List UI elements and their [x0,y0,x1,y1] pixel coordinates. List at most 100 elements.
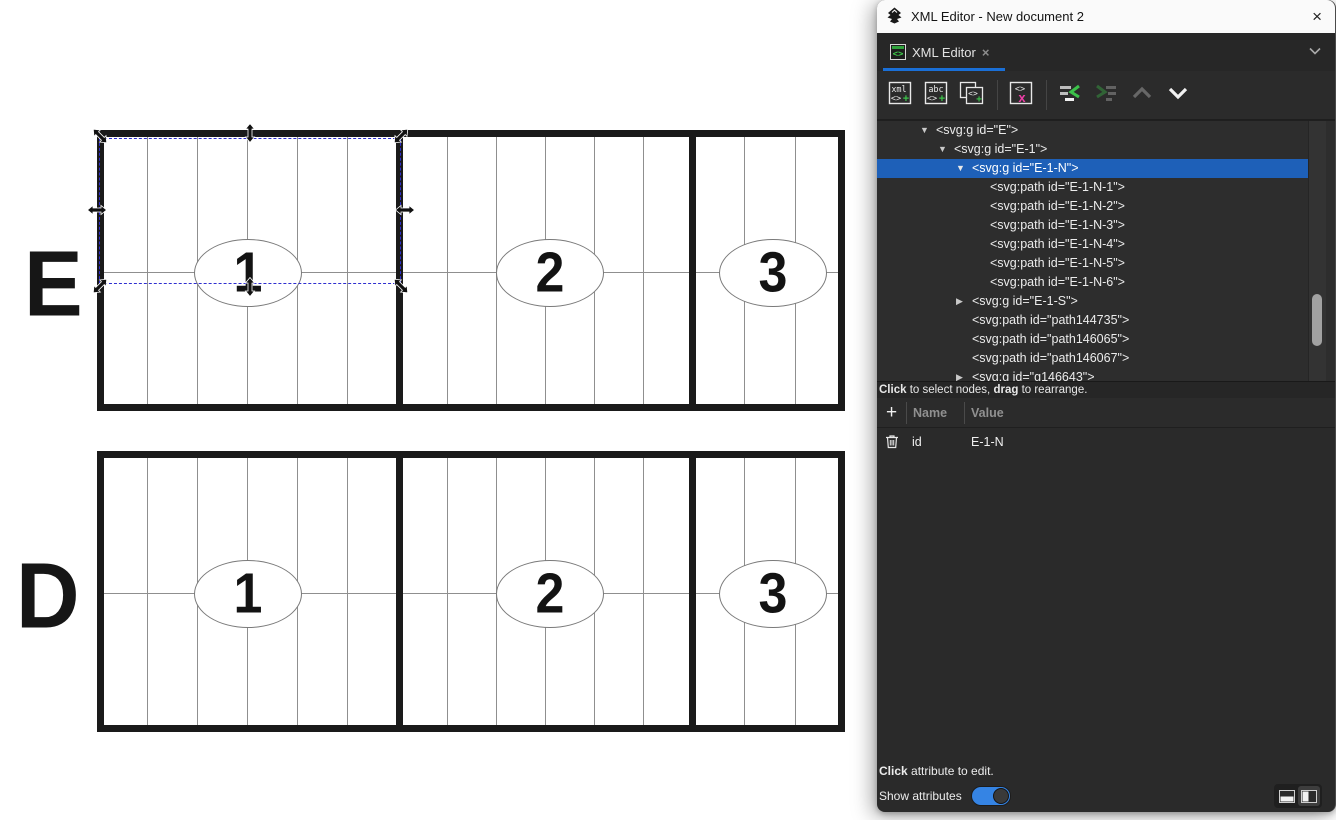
tree-scrollbar[interactable] [1308,121,1326,382]
duplicate-node-icon: <>+ [958,80,986,111]
toolbar-separator [997,80,998,110]
node-label: <svg:g id="E"> [936,121,1018,140]
move-node-up-button [1127,80,1157,110]
xml-node-tree[interactable]: ▼<svg:g id="E">▼<svg:g id="E-1">▼<svg:g … [877,120,1335,382]
panel-menu-chevron-icon[interactable] [1307,43,1323,64]
add-attribute-button[interactable]: + [877,399,906,427]
selection-bbox[interactable] [99,138,401,284]
attr-column-value: Value [965,406,1004,420]
expander-closed-icon[interactable]: ▶ [956,292,972,311]
node-label: <svg:path id="E-1-N-3"> [990,216,1125,235]
svg-text:+: + [976,94,982,105]
expander-closed-icon[interactable]: ▶ [956,368,972,382]
scale-handle-bottom-center[interactable] [240,281,260,293]
figure-letter-D: D [16,550,78,642]
unindent-node-icon [1057,80,1083,111]
tab-xml-editor[interactable]: <> XML Editor × [890,33,989,71]
xml-tree-node[interactable]: ▼<svg:g id="E"> [877,121,1310,140]
scale-handle-top-center[interactable] [240,127,260,139]
xml-tree-node[interactable]: ▼<svg:g id="E-1"> [877,140,1310,159]
new-element-node-icon: xml<>+ [887,80,913,111]
section-ellipse: 3 [719,560,827,628]
dialog-close-button[interactable]: × [1312,8,1322,25]
scale-handle-top-right[interactable] [391,130,411,142]
xml-tree-node[interactable]: <svg:path id="E-1-N-5"> [877,254,1310,273]
attributes-header: + Name Value [877,398,1335,428]
delete-node-icon: <>x [1008,80,1034,111]
node-label: <svg:path id="E-1-N-4"> [990,235,1125,254]
section-number: 2 [536,241,565,306]
node-label: <svg:g id="E-1"> [954,140,1047,159]
scale-handle-right[interactable] [395,204,415,216]
tab-close-icon[interactable]: × [982,45,990,60]
node-label: <svg:path id="E-1-N-1"> [990,178,1125,197]
section-number: 1 [234,562,263,627]
move-node-down-button[interactable] [1163,80,1193,110]
section-ellipse: 2 [496,560,604,628]
expander-open-icon[interactable]: ▼ [920,121,936,140]
duplicate-node-button[interactable]: <>+ [957,80,987,110]
move-node-down-icon [1165,80,1191,111]
svg-text:+: + [939,93,945,105]
section-divider [689,458,696,725]
xml-tree-node[interactable]: ▶<svg:g id="g146643"> [877,368,1310,382]
section-ellipse: 3 [719,239,827,307]
dialog-title: XML Editor - New document 2 [911,9,1084,24]
tab-bar: <> XML Editor × [877,33,1335,71]
xml-tree-node[interactable]: <svg:path id="path146065"> [877,330,1310,349]
attribute-hint-text: Click attribute to edit. [879,764,994,778]
node-label: <svg:path id="path146065"> [972,330,1129,349]
figure-letter-E: E [24,238,81,330]
panel-layout-switcher [1274,784,1322,808]
dialog-titlebar[interactable]: XML Editor - New document 2 × [877,0,1335,33]
section-divider [396,458,403,725]
section-number: 3 [759,241,788,306]
attribute-name[interactable]: id [906,435,970,449]
xml-tree-node[interactable]: <svg:path id="E-1-N-4"> [877,235,1310,254]
scale-handle-top-left[interactable] [90,130,110,142]
vertical-layout-button[interactable] [1298,786,1320,806]
svg-text:x: x [1018,90,1026,105]
delete-node-button[interactable]: <>x [1006,80,1036,110]
xml-tree-node[interactable]: <svg:path id="E-1-N-3"> [877,216,1310,235]
show-attributes-label: Show attributes [879,789,962,803]
node-label: <svg:path id="E-1-N-6"> [990,273,1125,292]
scale-handle-left[interactable] [87,204,107,216]
section-number: 3 [759,562,788,627]
expander-open-icon[interactable]: ▼ [956,159,972,178]
scale-handle-bottom-right[interactable] [391,280,411,292]
xml-tree-node[interactable]: ▼<svg:g id="E-1-N"> [877,159,1310,178]
show-attributes-toggle[interactable] [971,786,1011,806]
node-label: <svg:path id="path146067"> [972,349,1129,368]
xml-tree-node[interactable]: <svg:path id="path144735"> [877,311,1310,330]
grid-line [643,137,644,404]
svg-text:<>: <> [891,94,901,104]
node-label: <svg:g id="g146643"> [972,368,1095,382]
show-attributes-row: Show attributes [879,786,1011,806]
xml-tree-node[interactable]: ▶<svg:g id="E-1-S"> [877,292,1310,311]
xml-tree-node[interactable]: <svg:path id="E-1-N-2"> [877,197,1310,216]
scale-handle-bottom-left[interactable] [90,280,110,292]
xml-tree-node[interactable]: <svg:path id="path146067"> [877,349,1310,368]
grid-line [643,458,644,725]
horizontal-layout-button[interactable] [1276,786,1298,806]
figure-D[interactable]: 1 2 3 [97,451,845,732]
attribute-value[interactable]: E-1-N [970,435,1004,449]
section-divider [689,137,696,404]
unindent-node-button[interactable] [1055,80,1085,110]
delete-attribute-icon[interactable] [877,434,906,449]
xml-tree-node[interactable]: <svg:path id="E-1-N-6"> [877,273,1310,292]
expander-open-icon[interactable]: ▼ [938,140,954,159]
grid-line [447,458,448,725]
tab-label: XML Editor [912,45,976,60]
tree-scrollbar-thumb[interactable] [1312,294,1322,346]
node-label: <svg:g id="E-1-N"> [972,159,1079,178]
new-text-node-button[interactable]: abc<>+ [921,80,951,110]
grid-line [147,458,148,725]
svg-text:+: + [903,93,909,105]
xml-tree-node[interactable]: <svg:path id="E-1-N-1"> [877,178,1310,197]
grid-line [347,458,348,725]
indent-node-icon [1093,80,1119,111]
new-element-node-button[interactable]: xml<>+ [885,80,915,110]
attribute-row[interactable]: id E-1-N [877,428,1335,455]
